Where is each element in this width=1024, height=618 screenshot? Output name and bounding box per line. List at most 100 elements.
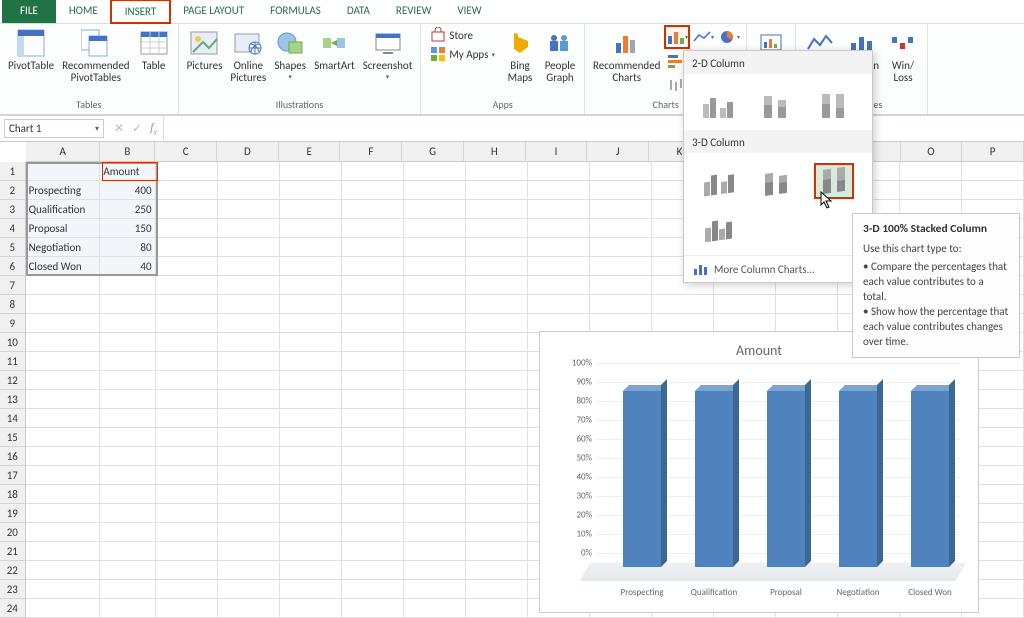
cell[interactable] — [218, 466, 280, 485]
cell[interactable] — [466, 257, 528, 276]
cell[interactable] — [528, 219, 590, 238]
row-hdr[interactable]: 21 — [0, 542, 26, 561]
cell[interactable] — [280, 219, 342, 238]
recommended-charts-button[interactable]: Recommended Charts — [589, 25, 664, 86]
cell[interactable] — [466, 238, 528, 257]
cell[interactable] — [404, 200, 466, 219]
cell[interactable] — [156, 238, 218, 257]
cell[interactable] — [528, 257, 590, 276]
cell[interactable] — [962, 181, 1024, 200]
cell[interactable] — [342, 485, 404, 504]
cell[interactable] — [100, 371, 155, 390]
tab-home[interactable]: HOME — [56, 0, 111, 23]
cell[interactable] — [280, 314, 342, 333]
cell[interactable] — [100, 580, 155, 599]
row-hdr[interactable]: 14 — [0, 409, 26, 428]
cell[interactable] — [156, 371, 218, 390]
cell[interactable] — [218, 542, 280, 561]
cell[interactable] — [404, 352, 466, 371]
myapps-button[interactable]: My Apps ▾ — [428, 45, 497, 63]
cell[interactable] — [280, 580, 342, 599]
cell[interactable] — [218, 200, 280, 219]
cell[interactable] — [26, 466, 101, 485]
cell[interactable] — [404, 561, 466, 580]
cell[interactable] — [404, 276, 466, 295]
cell[interactable] — [156, 219, 218, 238]
cell[interactable] — [26, 371, 101, 390]
cell[interactable] — [342, 219, 404, 238]
cell[interactable] — [100, 561, 155, 580]
cell[interactable] — [218, 580, 280, 599]
cell[interactable]: Qualification — [26, 200, 101, 219]
cell[interactable]: 250 — [100, 200, 155, 219]
row-hdr[interactable]: 17 — [0, 466, 26, 485]
cell[interactable] — [466, 485, 528, 504]
cell[interactable] — [156, 409, 218, 428]
cell[interactable]: Amount — [100, 162, 155, 181]
cell[interactable] — [100, 333, 155, 352]
sparkline-winloss-button[interactable]: Win/ Loss — [883, 25, 923, 86]
cell[interactable] — [26, 409, 101, 428]
cell[interactable] — [528, 295, 590, 314]
cell[interactable] — [280, 504, 342, 523]
cell[interactable] — [528, 276, 590, 295]
cell[interactable] — [280, 561, 342, 580]
cell[interactable] — [218, 257, 280, 276]
cell[interactable] — [280, 333, 342, 352]
cell[interactable] — [156, 447, 218, 466]
cell[interactable] — [26, 276, 101, 295]
cell[interactable] — [466, 295, 528, 314]
cell[interactable] — [466, 276, 528, 295]
cell[interactable]: 40 — [100, 257, 155, 276]
cell[interactable] — [218, 219, 280, 238]
smartart-button[interactable]: SmartArt — [310, 25, 359, 74]
column-chart-button[interactable]: ▾ — [665, 26, 689, 48]
col-hdr[interactable]: P — [962, 142, 1024, 162]
cell[interactable] — [100, 542, 155, 561]
cell[interactable] — [156, 580, 218, 599]
col-hdr[interactable]: D — [217, 142, 279, 162]
cell[interactable] — [466, 314, 528, 333]
cell[interactable] — [466, 409, 528, 428]
cell[interactable] — [590, 200, 652, 219]
cell[interactable]: Negotiation — [26, 238, 101, 257]
cell[interactable] — [528, 181, 590, 200]
cell[interactable] — [404, 580, 466, 599]
cell[interactable] — [100, 504, 155, 523]
recommended-pivot-button[interactable]: Recommended PivotTables — [58, 25, 133, 86]
col-hdr[interactable]: G — [402, 142, 464, 162]
cell[interactable] — [26, 542, 101, 561]
cell[interactable] — [156, 485, 218, 504]
cell[interactable] — [26, 390, 101, 409]
cell[interactable] — [900, 181, 962, 200]
cell[interactable] — [280, 295, 342, 314]
cell[interactable] — [280, 238, 342, 257]
cell[interactable] — [466, 162, 528, 181]
cell[interactable] — [342, 428, 404, 447]
people-graph-button[interactable]: People Graph — [540, 25, 580, 86]
cell[interactable]: Proposal — [26, 219, 101, 238]
cell[interactable] — [404, 219, 466, 238]
row-hdr[interactable]: 6 — [0, 257, 26, 276]
cell[interactable] — [26, 428, 101, 447]
cell[interactable] — [590, 257, 652, 276]
cell[interactable] — [466, 599, 528, 618]
col-hdr[interactable]: O — [901, 142, 963, 162]
cell[interactable] — [342, 542, 404, 561]
row-hdr[interactable]: 18 — [0, 485, 26, 504]
col-hdr[interactable]: E — [279, 142, 341, 162]
cell[interactable] — [218, 352, 280, 371]
cell[interactable] — [100, 428, 155, 447]
cell[interactable]: 80 — [100, 238, 155, 257]
pivottable-button[interactable]: PivotTable — [4, 25, 58, 74]
cell[interactable] — [280, 371, 342, 390]
cancel-icon[interactable]: ✕ — [114, 121, 124, 136]
cell[interactable] — [404, 295, 466, 314]
row-hdr[interactable]: 3 — [0, 200, 26, 219]
cell[interactable] — [404, 542, 466, 561]
col-hdr[interactable]: C — [155, 142, 217, 162]
table-button[interactable]: Table — [134, 25, 174, 74]
cell[interactable] — [156, 162, 218, 181]
cell[interactable]: Closed Won — [26, 257, 101, 276]
cell[interactable] — [100, 352, 155, 371]
